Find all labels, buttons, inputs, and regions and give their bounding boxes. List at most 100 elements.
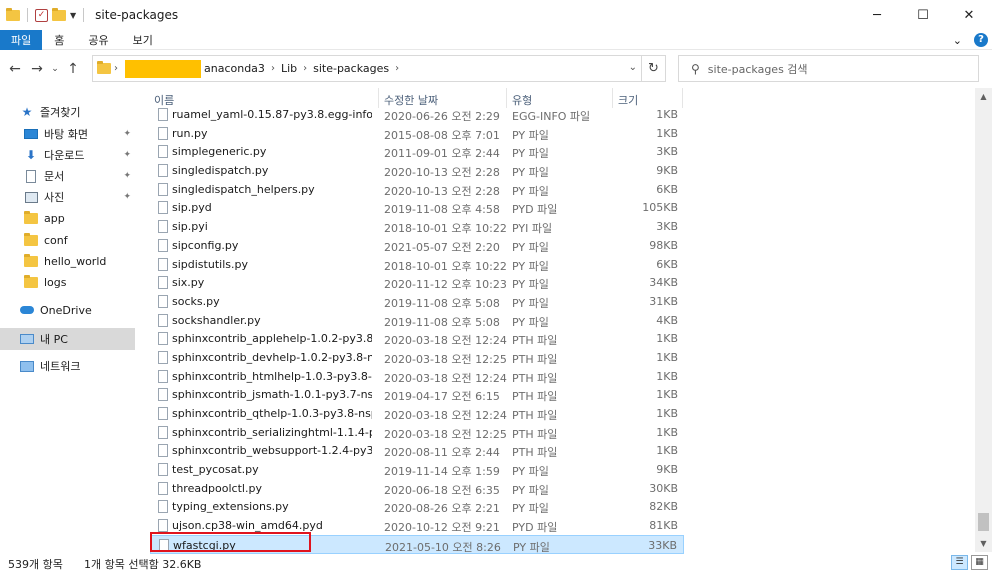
tab-file[interactable]: 파일 (0, 29, 43, 50)
address-bar[interactable]: › anaconda3 › Lib › site-packages › ⌄ ↻ (92, 55, 666, 82)
divider (27, 8, 28, 22)
sidebar-item-this-pc[interactable]: 내 PC (0, 328, 135, 350)
sidebar-item-network[interactable]: 네트워크 (20, 355, 135, 377)
file-row[interactable]: ruamel_yaml-0.15.87-py3.8.egg-info 2020-0… (150, 105, 684, 124)
file-name: sockshandler.py (172, 313, 261, 327)
folder-icon[interactable] (6, 7, 20, 21)
minimize-button[interactable]: ─ (854, 0, 900, 30)
breadcrumb-anaconda3[interactable]: anaconda3 (204, 62, 265, 75)
file-row[interactable]: sphinxcontrib_htmlhelp-1.0.3-py3.8-nsp..… (150, 367, 684, 386)
tab-share[interactable]: 공유 (76, 30, 120, 50)
tab-view[interactable]: 보기 (121, 30, 165, 50)
back-arrow-icon[interactable]: ← (4, 61, 26, 77)
large-icons-view-icon[interactable]: ▦ (971, 555, 988, 570)
file-name: sip.pyi (172, 220, 208, 234)
refresh-icon[interactable]: ↻ (641, 56, 665, 81)
network-icon (20, 360, 34, 372)
close-button[interactable]: ✕ (946, 0, 992, 30)
file-type: PTH 파일 (512, 409, 558, 422)
file-row[interactable]: simplegeneric.py 2011-09-01 오후 2:44 PY 파일 3… (150, 142, 684, 161)
chevron-right-icon[interactable]: › (114, 63, 118, 74)
chevron-right-icon[interactable]: › (303, 63, 307, 74)
file-row[interactable]: sockshandler.py 2019-11-08 오후 5:08 PY 파일 4K… (150, 311, 684, 330)
sidebar-item-label: hello_world (44, 254, 107, 268)
file-icon (158, 407, 168, 420)
file-row[interactable]: sip.pyd 2019-11-08 오후 4:58 PYD 파일 105KB (150, 198, 684, 217)
file-date: 2020-08-26 오후 2:21 (384, 502, 500, 516)
tab-home[interactable]: 홈 (42, 30, 76, 50)
file-type: PY 파일 (512, 502, 549, 516)
sidebar-item-onedrive[interactable]: OneDrive (20, 299, 135, 321)
sidebar-item-quick-access[interactable]: ★ 즐겨찾기 (20, 101, 155, 123)
sidebar-item-desktop[interactable]: 바탕 화면 ✦ (24, 123, 135, 145)
cloud-icon (20, 304, 34, 316)
file-icon (158, 481, 168, 495)
chevron-right-icon[interactable]: › (271, 63, 275, 74)
search-box[interactable]: ⚲ site-packages 검색 (678, 55, 979, 82)
scroll-up-arrow-icon[interactable]: ▲ (975, 88, 992, 105)
file-row[interactable]: threadpoolctl.py 2020-06-18 오전 6:35 PY 파일 3… (150, 479, 684, 498)
file-size: 4KB (656, 313, 678, 327)
pictures-icon (24, 191, 38, 203)
folder-icon (97, 61, 111, 74)
file-row[interactable]: six.py 2020-11-12 오후 10:23 PY 파일 34KB (150, 273, 684, 292)
file-icon (158, 425, 168, 439)
maximize-button[interactable]: ☐ (900, 0, 946, 30)
up-arrow-icon[interactable]: ↑ (62, 61, 84, 77)
details-view-icon[interactable]: ☰ (951, 555, 968, 570)
file-name: sphinxcontrib_qthelp-1.0.3-py3.8-nspkg..… (172, 407, 372, 420)
sidebar-item-downloads[interactable]: ⬇ 다운로드 ✦ (24, 144, 135, 166)
help-icon[interactable]: ? (974, 33, 988, 47)
file-size: 9KB (656, 164, 678, 178)
forward-arrow-icon[interactable]: → (26, 61, 48, 77)
new-folder-icon[interactable] (52, 7, 66, 21)
file-icon (158, 463, 168, 477)
file-row[interactable]: singledispatch_helpers.py 2020-10-13 오전 2… (150, 180, 684, 199)
file-type: PY 파일 (512, 128, 549, 142)
file-row[interactable]: sphinxcontrib_websupport-1.2.4-py3.7-...… (150, 441, 684, 460)
file-row[interactable]: sphinxcontrib_devhelp-1.0.2-py3.8-nspk..… (150, 348, 684, 367)
file-row[interactable]: singledispatch.py 2020-10-13 오전 2:28 PY 파일… (150, 161, 684, 180)
view-switcher: ☰ ▦ (951, 555, 988, 570)
file-name: test_pycosat.py (172, 463, 259, 477)
file-date: 2018-10-01 오후 10:22 (384, 259, 507, 273)
chevron-right-icon[interactable]: › (395, 63, 399, 74)
expand-ribbon-icon[interactable]: ⌄ (953, 34, 962, 47)
sidebar-item-app[interactable]: app (24, 207, 135, 229)
file-date: 2020-08-11 오후 2:44 (384, 446, 500, 460)
sidebar-item-documents[interactable]: 문서 ✦ (24, 165, 135, 187)
address-dropdown-icon[interactable]: ⌄ (629, 62, 637, 73)
sidebar-item-conf[interactable]: conf (24, 229, 135, 251)
vertical-scrollbar[interactable]: ▲ ▼ (975, 88, 992, 552)
file-icon (158, 257, 168, 271)
recent-locations-icon[interactable]: ⌄ (48, 64, 62, 74)
customize-dropdown-icon[interactable]: ▼ (70, 11, 76, 20)
file-type: PY 파일 (512, 315, 549, 329)
properties-icon[interactable]: ✓ (35, 8, 48, 22)
ribbon-tabs: 파일 홈 공유 보기 ⌄ ? (0, 29, 992, 50)
file-type: PTH 파일 (512, 446, 558, 460)
file-row[interactable]: test_pycosat.py 2019-11-14 오후 1:59 PY 파일 9K… (150, 460, 684, 479)
file-type: PY 파일 (512, 147, 549, 161)
scroll-down-arrow-icon[interactable]: ▼ (975, 535, 992, 552)
sidebar-item-hello-world[interactable]: hello_world (24, 250, 135, 272)
file-date: 2020-06-18 오전 6:35 (384, 483, 500, 497)
file-row[interactable]: sipdistutils.py 2018-10-01 오후 10:22 PY 파일 6… (150, 255, 684, 274)
file-row[interactable]: sphinxcontrib_applehelp-1.0.2-py3.8-ns..… (150, 329, 684, 348)
sidebar-item-pictures[interactable]: 사진 ✦ (24, 186, 135, 208)
file-row[interactable]: sphinxcontrib_jsmath-1.0.1-py3.7-nspk...… (150, 385, 684, 404)
file-row[interactable]: run.py 2015-08-08 오후 7:01 PY 파일 1KB (150, 124, 684, 143)
scroll-thumb[interactable] (978, 513, 989, 531)
file-row[interactable]: typing_extensions.py 2020-08-26 오후 2:21 PY… (150, 497, 684, 516)
sidebar-item-logs[interactable]: logs (24, 271, 135, 293)
file-row[interactable]: sphinxcontrib_serializinghtml-1.1.4-py3.… (150, 423, 684, 442)
breadcrumb-site-packages[interactable]: site-packages (313, 62, 389, 75)
file-row[interactable]: sipconfig.py 2021-05-07 오전 2:20 PY 파일 98KB (150, 236, 684, 255)
pin-icon: ✦ (123, 171, 131, 181)
file-row[interactable]: socks.py 2019-11-08 오후 5:08 PY 파일 31KB (150, 292, 684, 311)
file-row[interactable]: sip.pyi 2018-10-01 오후 10:22 PYI 파일 3KB (150, 217, 684, 236)
breadcrumb-lib[interactable]: Lib (281, 62, 297, 75)
file-row[interactable]: sphinxcontrib_qthelp-1.0.3-py3.8-nspkg..… (150, 404, 684, 423)
file-name: sphinxcontrib_jsmath-1.0.1-py3.7-nspk... (172, 388, 372, 402)
computer-icon (20, 333, 34, 345)
